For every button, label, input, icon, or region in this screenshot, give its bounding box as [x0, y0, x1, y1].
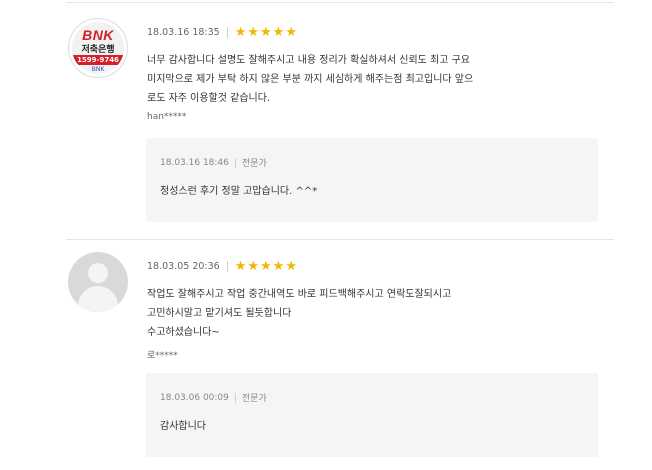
reply-role-badge: 전문가: [241, 394, 267, 404]
reply-text: 정성스런 후기 정말 고맙습니다. ^^*: [160, 186, 318, 197]
star-icon: ★: [260, 258, 272, 274]
top-divider: [66, 2, 614, 3]
expert-reply: 18.03.16 18:46 전문가 정성스런 후기 정말 고맙습니다. ^^*: [146, 138, 598, 222]
review-text: 너무 감사합니다 설명도 잘해주시고 내용 정리가 확실하셔서 신뢰도 최고 구…: [147, 51, 527, 108]
reply-meta: 18.03.06 00:09 전문가: [160, 391, 267, 404]
bnk-footer: BNK: [91, 66, 105, 73]
avatar: [68, 252, 128, 312]
review-meta: 18.03.16 18:35 ★ ★ ★ ★ ★: [147, 25, 297, 39]
star-icon: ★: [272, 24, 285, 40]
reply-role-badge: 전문가: [241, 159, 267, 169]
meta-separator: [226, 26, 228, 38]
bnk-logo-text: BNK: [82, 27, 114, 43]
review-text-line: 미지막으로 제가 부탁 하지 않은 부분 까지 세심하게 해주는점 최고입니다 …: [147, 74, 474, 85]
review-text: 작업도 잘해주시고 작업 중간내역도 바로 피드백해주시고 연락도잘되시고 고민…: [147, 285, 527, 342]
avatar: BNK 저축은행 1599-9746 BNK: [68, 18, 128, 78]
review-author: han*****: [147, 112, 187, 122]
meta-separator: [226, 260, 228, 272]
star-icon: ★: [285, 258, 297, 274]
star-icon: ★: [234, 258, 247, 274]
bnk-bank-name: 저축은행: [81, 45, 115, 55]
star-icon: ★: [247, 258, 260, 274]
star-icon: ★: [272, 258, 285, 274]
review-text-line: 작업도 잘해주시고 작업 중간내역도 바로 피드백해주시고 연락도잘되시고: [147, 289, 452, 300]
reply-date: 18.03.16 18:46: [160, 157, 229, 168]
review-date: 18.03.05 20:36: [147, 260, 220, 272]
review-author: 로*****: [147, 351, 178, 361]
review-text-line: 수고하셨습니다~: [147, 327, 220, 338]
meta-separator: [234, 392, 236, 403]
review-text-line: 너무 감사합니다 설명도 잘해주시고 내용 정리가 확실하셔서 신뢰도 최고 구…: [147, 55, 471, 66]
expert-reply: 18.03.06 00:09 전문가 감사합니다: [146, 373, 598, 457]
reply-meta: 18.03.16 18:46 전문가: [160, 156, 267, 169]
star-icon: ★: [285, 24, 297, 40]
star-icon: ★: [234, 24, 247, 40]
user-silhouette-icon: [88, 263, 108, 283]
star-rating: ★ ★ ★ ★ ★: [235, 26, 297, 39]
review-text-line: 로도 자주 이용할것 같습니다.: [147, 93, 271, 104]
star-icon: ★: [260, 24, 272, 40]
bnk-phone: 1599-9746: [72, 55, 124, 65]
reply-text: 감사합니다: [160, 421, 206, 432]
review-date: 18.03.16 18:35: [147, 26, 220, 38]
star-rating: ★ ★ ★ ★ ★: [235, 260, 297, 273]
meta-separator: [234, 157, 236, 168]
reply-date: 18.03.06 00:09: [160, 392, 229, 403]
review-meta: 18.03.05 20:36 ★ ★ ★ ★ ★: [147, 259, 297, 273]
bnk-logo-image: BNK 저축은행 1599-9746 BNK: [72, 22, 124, 74]
review-divider: [66, 239, 614, 240]
review-text-line: 고민하시말고 맡기셔도 될듯합니다: [147, 308, 292, 319]
star-icon: ★: [247, 24, 260, 40]
